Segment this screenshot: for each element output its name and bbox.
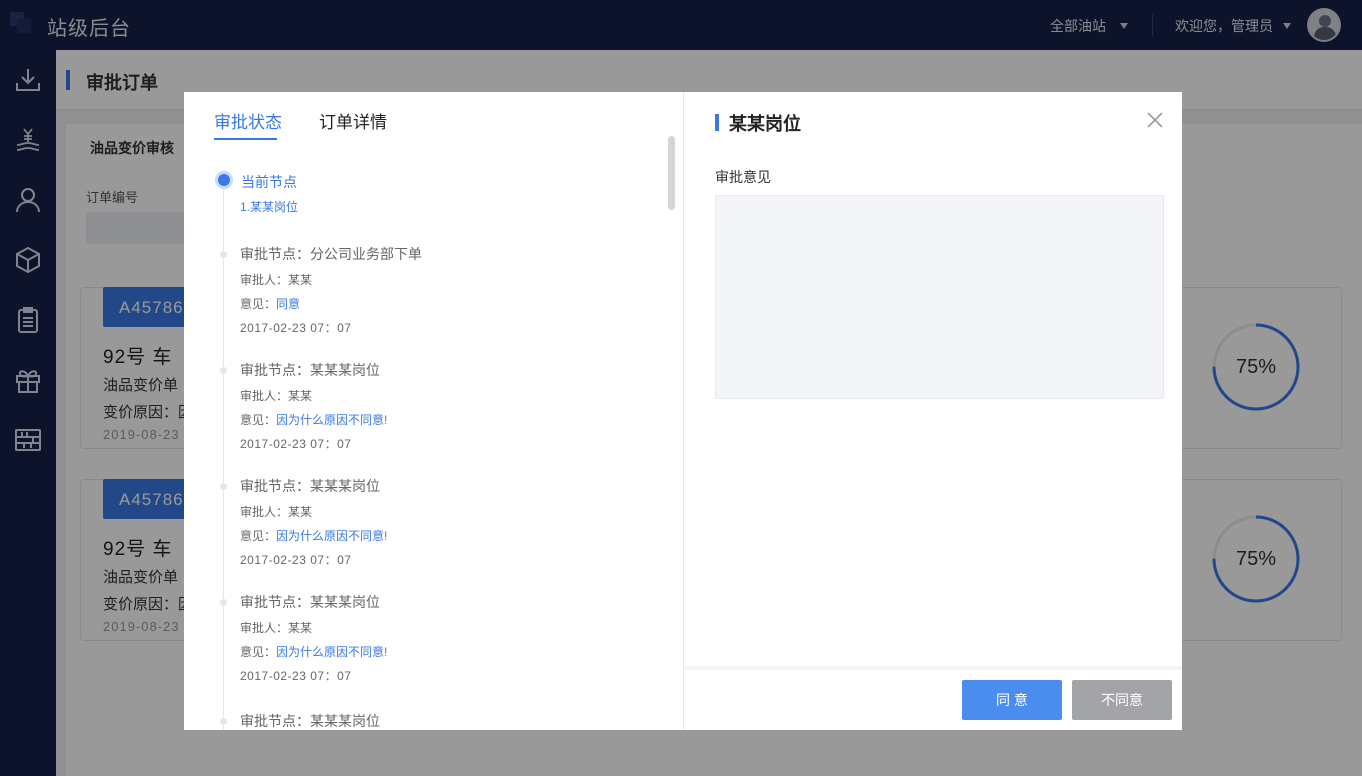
- title-accent-bar: [715, 114, 719, 131]
- tab-approval-status[interactable]: 审批状态: [214, 108, 282, 133]
- node-time: 2017-02-23 07：07: [240, 321, 352, 335]
- timeline-dot: [220, 718, 227, 725]
- node-opinion: 意见：同意: [240, 297, 301, 311]
- approval-opinion-pane: 某某岗位 审批意见: [685, 92, 1182, 666]
- tab-order-details[interactable]: 订单详情: [319, 108, 387, 133]
- timeline-line: [223, 184, 224, 730]
- node-opinion: 意见：因为什么原因不同意!: [240, 413, 388, 427]
- node-approver: 审批人：某某: [240, 389, 313, 403]
- opinion-label: 审批意见: [715, 169, 771, 185]
- approval-modal: 审批状态 订单详情 当前节点 1.某某岗位 审批节点：分公司业务部下单 审批人：…: [184, 92, 1182, 730]
- current-node-subtitle: 1.某某岗位: [240, 200, 299, 214]
- position-title: 某某岗位: [729, 114, 801, 134]
- timeline-node: 审批节点：某某某岗位: [240, 711, 380, 730]
- close-icon[interactable]: [1145, 110, 1165, 130]
- disagree-button[interactable]: 不同意: [1072, 680, 1172, 720]
- opinion-textarea[interactable]: [715, 195, 1164, 399]
- node-time: 2017-02-23 07：07: [240, 669, 352, 683]
- timeline-dot: [220, 367, 227, 374]
- approval-status-pane: 审批状态 订单详情 当前节点 1.某某岗位 审批节点：分公司业务部下单 审批人：…: [184, 92, 684, 730]
- timeline-dot: [220, 251, 227, 258]
- timeline-node: 审批节点：某某某岗位 审批人：某某 意见：因为什么原因不同意! 2017-02-…: [240, 360, 387, 452]
- agree-button[interactable]: 同 意: [962, 680, 1062, 720]
- node-title: 审批节点：分公司业务部下单: [240, 246, 422, 262]
- timeline-node: 审批节点：分公司业务部下单 审批人：某某 意见：同意 2017-02-23 07…: [240, 244, 422, 336]
- scrollbar-thumb[interactable]: [668, 136, 675, 210]
- node-title: 审批节点：某某某岗位: [240, 713, 380, 729]
- node-time: 2017-02-23 07：07: [240, 553, 352, 567]
- timeline-dot: [220, 599, 227, 606]
- active-tab-indicator: [214, 138, 277, 140]
- node-title: 审批节点：某某某岗位: [240, 478, 380, 494]
- node-approver: 审批人：某某: [240, 621, 313, 635]
- node-title: 审批节点：某某某岗位: [240, 594, 380, 610]
- node-approver: 审批人：某某: [240, 505, 313, 519]
- timeline-node: 审批节点：某某某岗位 审批人：某某 意见：因为什么原因不同意! 2017-02-…: [240, 592, 387, 684]
- current-node-dot: [215, 171, 233, 189]
- timeline-node: 审批节点：某某某岗位 审批人：某某 意见：因为什么原因不同意! 2017-02-…: [240, 476, 387, 568]
- current-node-title: 当前节点: [241, 174, 297, 190]
- node-opinion: 意见：因为什么原因不同意!: [240, 645, 388, 659]
- node-opinion: 意见：因为什么原因不同意!: [240, 529, 388, 543]
- node-time: 2017-02-23 07：07: [240, 437, 352, 451]
- node-title: 审批节点：某某某岗位: [240, 362, 380, 378]
- timeline-dot: [220, 483, 227, 490]
- node-approver: 审批人：某某: [240, 273, 313, 287]
- footer-divider: [685, 666, 1182, 670]
